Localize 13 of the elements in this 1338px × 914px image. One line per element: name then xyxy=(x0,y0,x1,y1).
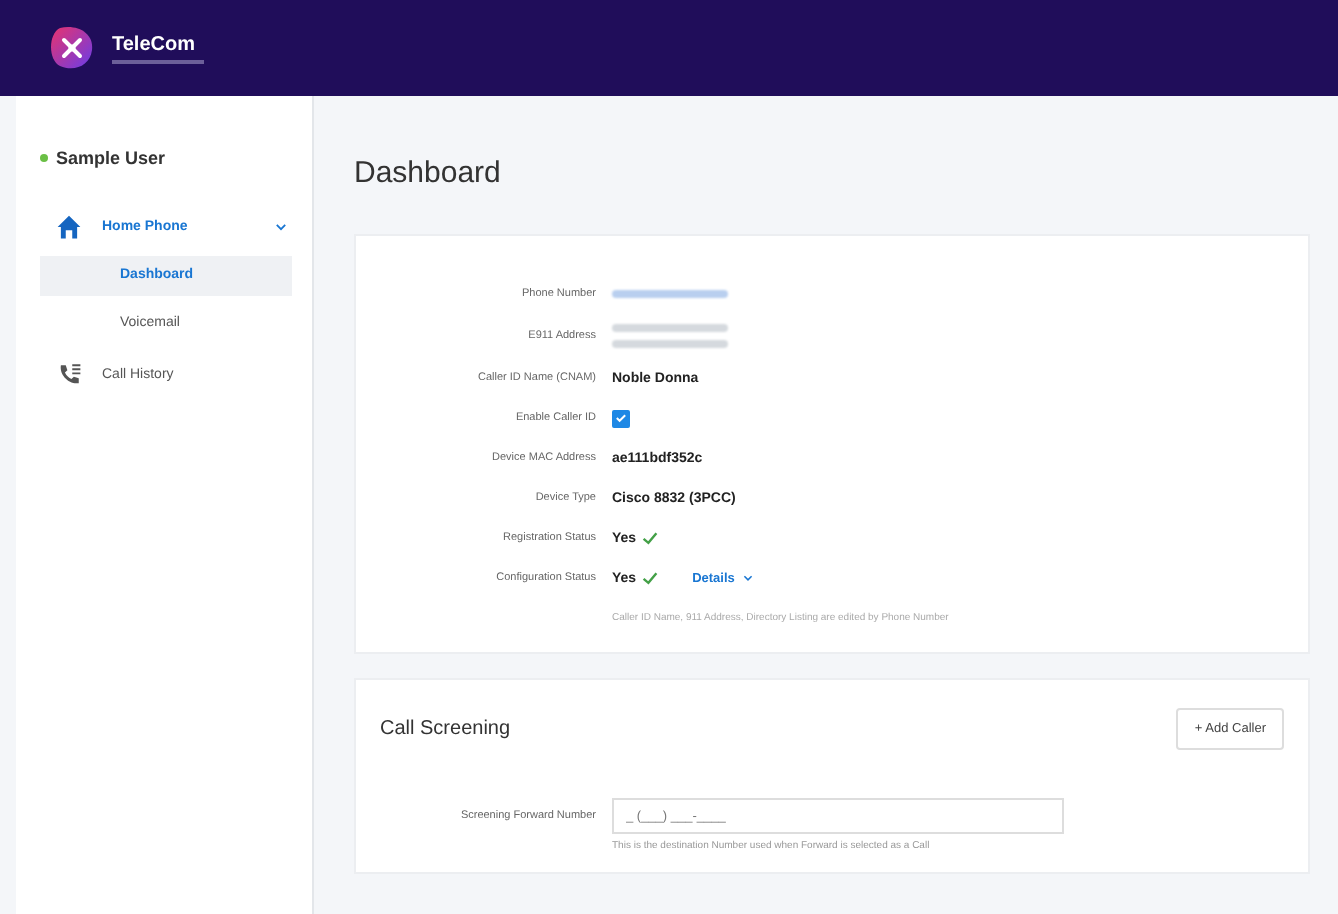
user-name: Sample User xyxy=(56,148,166,168)
redacted-text xyxy=(612,324,728,332)
chevron-icon xyxy=(274,219,288,233)
redacted-text xyxy=(612,340,728,348)
section-title: Call Screening xyxy=(380,718,511,740)
chevron-icon xyxy=(742,572,755,584)
checkbox[interactable] xyxy=(612,409,630,427)
phone-list-icon xyxy=(56,361,82,387)
logo-icon xyxy=(48,24,96,72)
tagline-redacted xyxy=(112,59,204,63)
page-title: Dashboard xyxy=(354,156,503,190)
home-icon xyxy=(56,213,82,239)
brand-name: TeleCom xyxy=(112,33,197,55)
